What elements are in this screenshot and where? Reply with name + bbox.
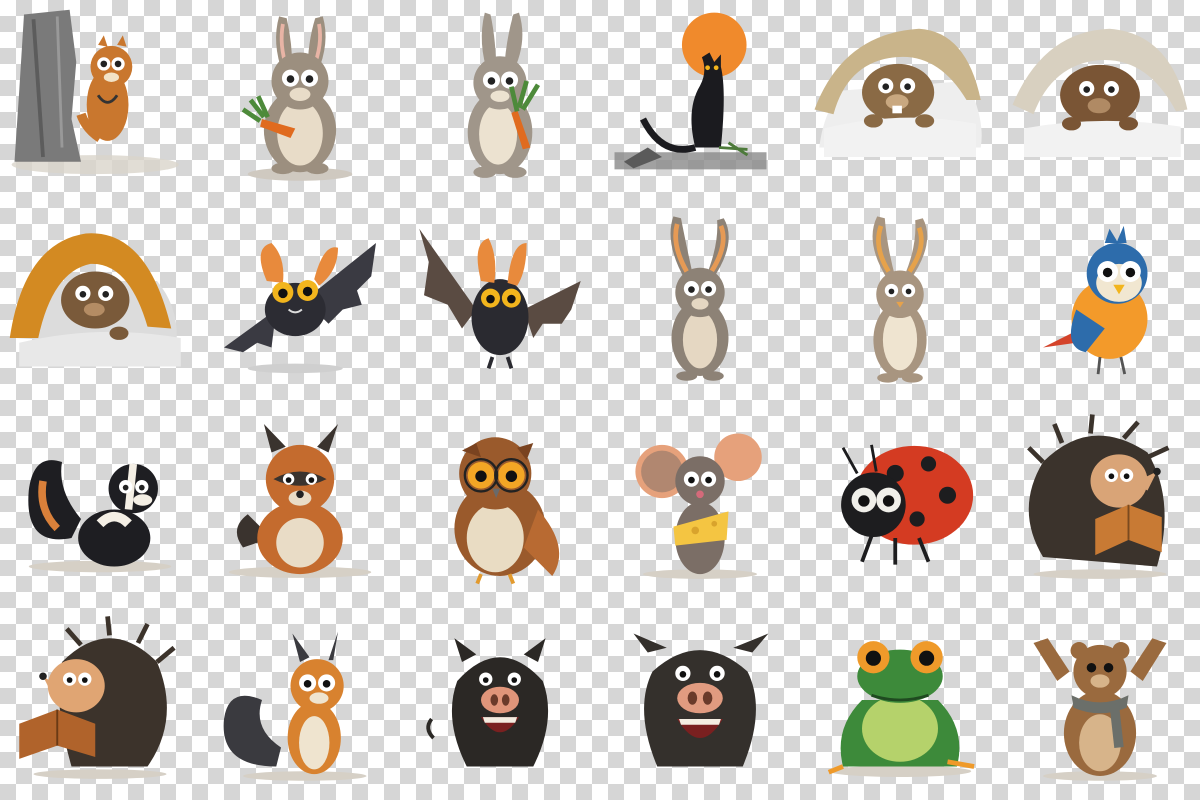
- chipmunk-illustration: [11, 9, 179, 175]
- squirrel-illustration: [223, 631, 367, 781]
- illustration-squirrel: [200, 600, 400, 800]
- illustration-skunk: [0, 400, 200, 600]
- hedgehog-illustration: [1027, 414, 1170, 579]
- boar-illustration: [426, 638, 549, 767]
- owl-illustration: [454, 437, 560, 585]
- illustration-chipmunk-tree: [0, 0, 200, 200]
- illustration-boar-laughing-1: [400, 600, 600, 800]
- rabbit-illustration: [670, 216, 729, 381]
- illustration-rabbit-standing-1: [600, 200, 800, 400]
- ladybug-illustration: [841, 444, 974, 565]
- illustration-owl-glasses: [400, 400, 600, 600]
- illustration-black-cat-moon: [600, 0, 800, 200]
- illustration-bird-blue-orange: [1000, 200, 1200, 400]
- illustration-bear-waving: [1000, 600, 1200, 800]
- rabbit-illustration: [241, 16, 353, 181]
- illustration-beaver-blanket-2: [1000, 0, 1200, 200]
- illustration-rabbit-carrots-2: [400, 0, 600, 200]
- bear-illustration: [1033, 638, 1167, 781]
- hedgehog-illustration: [19, 616, 176, 779]
- illustration-beaver-orange-blanket: [0, 200, 200, 400]
- rabbit-illustration: [872, 216, 928, 383]
- sticker-sheet: [0, 0, 1200, 800]
- beaver-illustration: [9, 233, 181, 367]
- bat-illustration: [419, 228, 581, 370]
- rabbit-illustration: [467, 12, 541, 178]
- illustration-grid: [0, 0, 1200, 800]
- skunk-illustration: [28, 460, 172, 573]
- illustration-bat-flying: [200, 200, 400, 400]
- illustration-bat-wings-open: [400, 200, 600, 400]
- illustration-boar-laughing-2: [600, 600, 800, 800]
- mouse-illustration: [635, 433, 762, 579]
- illustration-hedgehog-book-1: [1000, 400, 1200, 600]
- cat-illustration: [614, 12, 767, 170]
- illustration-ladybug: [800, 400, 1000, 600]
- beaver-illustration: [1012, 28, 1188, 157]
- illustration-raccoon: [200, 400, 400, 600]
- illustration-hedgehog-book-2: [0, 600, 200, 800]
- bird-illustration: [1043, 225, 1148, 375]
- illustration-rabbit-standing-2: [800, 200, 1000, 400]
- boar-illustration: [633, 633, 769, 767]
- illustration-rabbit-carrots-1: [200, 0, 400, 200]
- illustration-frog: [800, 600, 1000, 800]
- raccoon-illustration: [228, 424, 372, 578]
- illustration-mouse-cheese: [600, 400, 800, 600]
- frog-illustration: [827, 641, 975, 777]
- beaver-illustration: [814, 28, 982, 157]
- illustration-beaver-blanket-1: [800, 0, 1000, 200]
- bat-illustration: [224, 243, 376, 374]
